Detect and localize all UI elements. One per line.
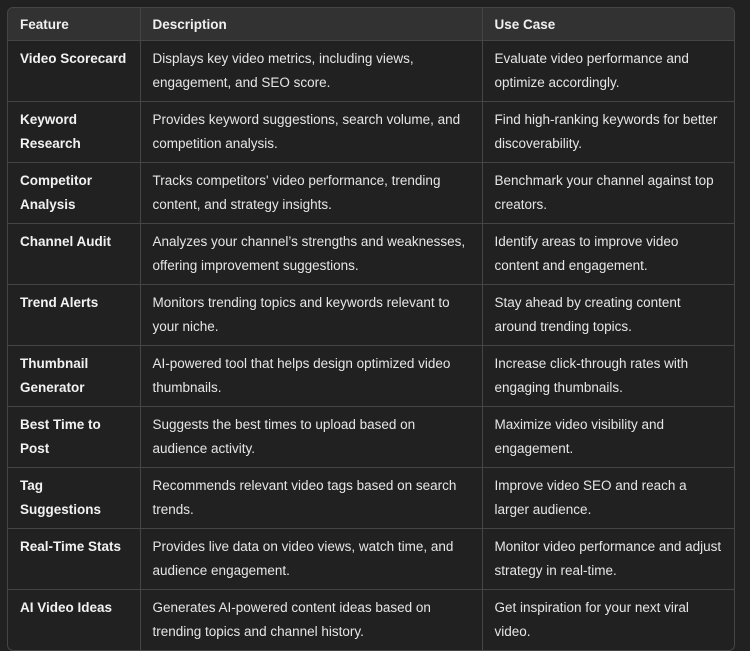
description-cell: Analyzes your channel’s strengths and we… [140, 223, 483, 285]
feature-cell: Best Time to Post [8, 406, 141, 468]
use-case-cell: Find high-ranking keywords for better di… [482, 101, 734, 163]
table-row: Channel Audit Analyzes your channel’s st… [8, 223, 734, 285]
table-header: Feature Description Use Case [8, 8, 734, 41]
feature-cell: Trend Alerts [8, 284, 141, 346]
header-use-case: Use Case [482, 8, 734, 41]
description-cell: AI-powered tool that helps design optimi… [140, 345, 483, 407]
header-description: Description [140, 8, 483, 41]
use-case-cell: Benchmark your channel against top creat… [482, 162, 734, 224]
feature-table: Feature Description Use Case Video Score… [8, 8, 734, 650]
use-case-cell: Evaluate video performance and optimize … [482, 40, 734, 102]
feature-cell: AI Video Ideas [8, 589, 141, 650]
table-row: Keyword Research Provides keyword sugges… [8, 101, 734, 163]
use-case-cell: Stay ahead by creating content around tr… [482, 284, 734, 346]
feature-cell: Keyword Research [8, 101, 141, 163]
description-cell: Recommends relevant video tags based on … [140, 467, 483, 529]
description-cell: Generates AI-powered content ideas based… [140, 589, 483, 650]
table-body: Video Scorecard Displays key video metri… [8, 40, 734, 650]
table-row: Competitor Analysis Tracks competitors' … [8, 162, 734, 224]
table-row: Best Time to Post Suggests the best time… [8, 406, 734, 468]
use-case-cell: Get inspiration for your next viral vide… [494, 600, 689, 639]
header-row: Feature Description Use Case [8, 8, 734, 41]
description-cell: Tracks competitors' video performance, t… [140, 162, 483, 224]
description-cell: Suggests the best times to upload based … [140, 406, 483, 468]
description-cell: Provides keyword suggestions, search vol… [140, 101, 483, 163]
table-row: AI Video Ideas Generates AI-powered cont… [8, 589, 734, 650]
header-feature: Feature [8, 8, 141, 41]
feature-table-container: Feature Description Use Case Video Score… [7, 7, 735, 651]
table-row: Trend Alerts Monitors trending topics an… [8, 284, 734, 346]
description-cell: Displays key video metrics, including vi… [140, 40, 483, 102]
feature-cell: Real-Time Stats [8, 528, 141, 590]
description-cell: Monitors trending topics and keywords re… [140, 284, 483, 346]
feature-cell: Video Scorecard [8, 40, 141, 102]
use-case-cell: Monitor video performance and adjust str… [482, 528, 734, 590]
feature-cell: Tag Suggestions [8, 467, 141, 529]
table-row: Thumbnail Generator AI-powered tool that… [8, 345, 734, 407]
feature-cell: Competitor Analysis [8, 162, 141, 224]
feature-cell: Thumbnail Generator [8, 345, 141, 407]
description-cell: Provides live data on video views, watch… [140, 528, 483, 590]
use-case-cell: Increase click-through rates with engagi… [482, 345, 734, 407]
table-row: Real-Time Stats Provides live data on vi… [8, 528, 734, 590]
table-row: Tag Suggestions Recommends relevant vide… [8, 467, 734, 529]
table-row: Video Scorecard Displays key video metri… [8, 40, 734, 102]
feature-cell: Channel Audit [8, 223, 141, 285]
use-case-cell: Identify areas to improve video content … [482, 223, 734, 285]
use-case-cell: Improve video SEO and reach a larger aud… [482, 467, 734, 529]
use-case-cell: Maximize video visibility and engagement… [482, 406, 734, 468]
